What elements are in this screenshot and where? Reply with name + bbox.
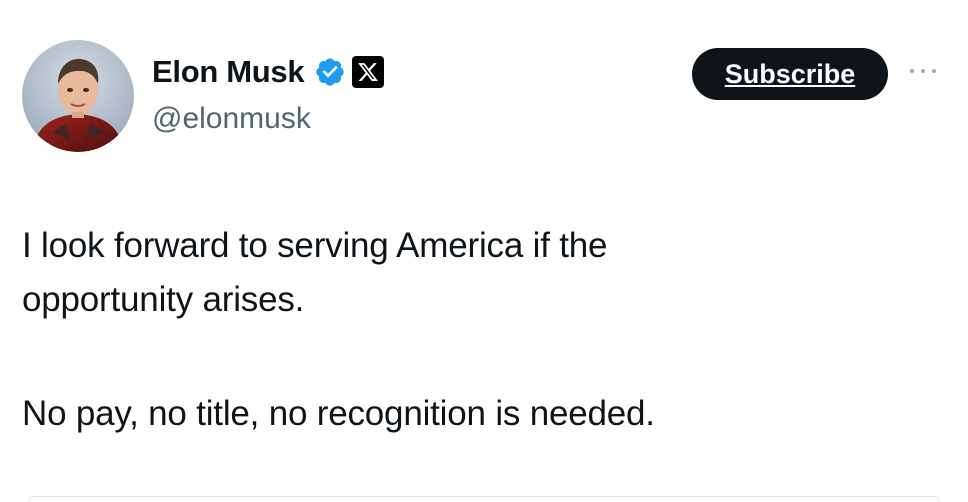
x-logo-icon[interactable] (352, 56, 385, 88)
verified-badge-icon[interactable] (314, 56, 346, 88)
embedded-card-edge (28, 496, 940, 502)
avatar[interactable] (22, 40, 134, 152)
more-dot (921, 69, 925, 73)
author-name-row: Elon Musk (152, 52, 385, 92)
tweet-card: Elon Musk @elonmusk Subscribe I look for… (0, 0, 968, 502)
subscribe-button[interactable]: Subscribe (692, 48, 888, 100)
tweet-text-line: opportunity arises. (22, 280, 305, 319)
avatar-image (22, 40, 134, 152)
more-dot (910, 69, 914, 73)
more-dot (932, 69, 936, 73)
tweet-text-line: I look forward to serving America if the (22, 226, 608, 265)
display-name[interactable]: Elon Musk (152, 54, 305, 90)
more-horizontal-icon[interactable] (910, 66, 936, 76)
user-handle[interactable]: @elonmusk (152, 102, 311, 136)
tweet-text-line: No pay, no title, no recognition is need… (22, 394, 655, 433)
